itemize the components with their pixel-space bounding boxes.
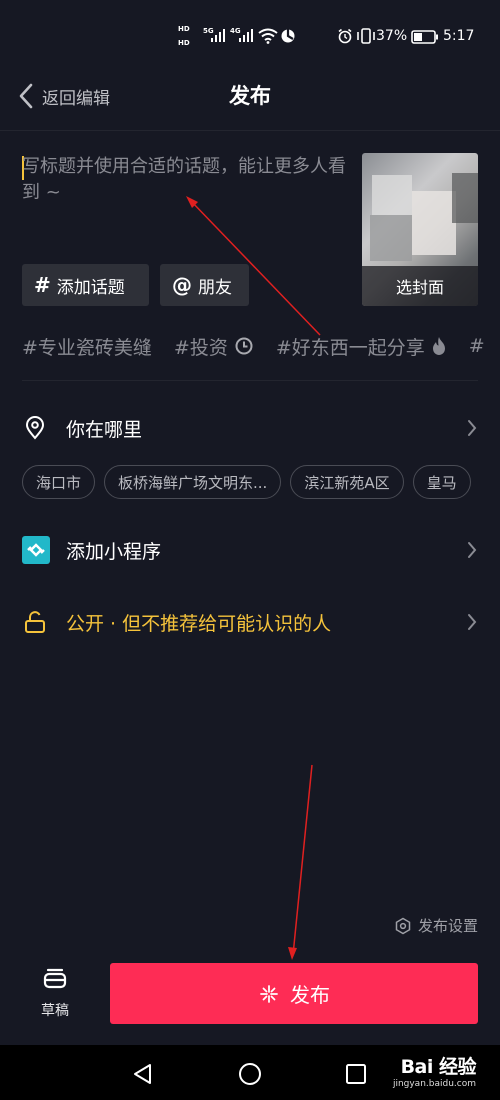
drafts-button[interactable]: 草稿 — [20, 966, 90, 1020]
sparkle-icon — [260, 984, 278, 1003]
settings-hexagon-icon — [395, 917, 411, 934]
drafts-box-icon — [43, 968, 67, 989]
drafts-label: 草稿 — [41, 1003, 69, 1019]
watermark-url: jingyan.baidu.com — [392, 1079, 476, 1089]
nav-back-icon[interactable] — [132, 1063, 154, 1085]
watermark-main: Bai 经验 — [400, 1056, 477, 1078]
publish-button[interactable]: 发布 — [110, 963, 478, 1024]
nav-recents-icon[interactable] — [345, 1063, 367, 1085]
publish-label: 发布 — [290, 983, 330, 1007]
publish-settings-button[interactable]: 发布设置 — [394, 915, 478, 936]
publish-settings-label: 发布设置 — [417, 917, 478, 935]
nav-home-icon[interactable] — [238, 1062, 262, 1086]
baidu-jingyan-watermark: Bai 经验 jingyan.baidu.com — [392, 1052, 477, 1089]
